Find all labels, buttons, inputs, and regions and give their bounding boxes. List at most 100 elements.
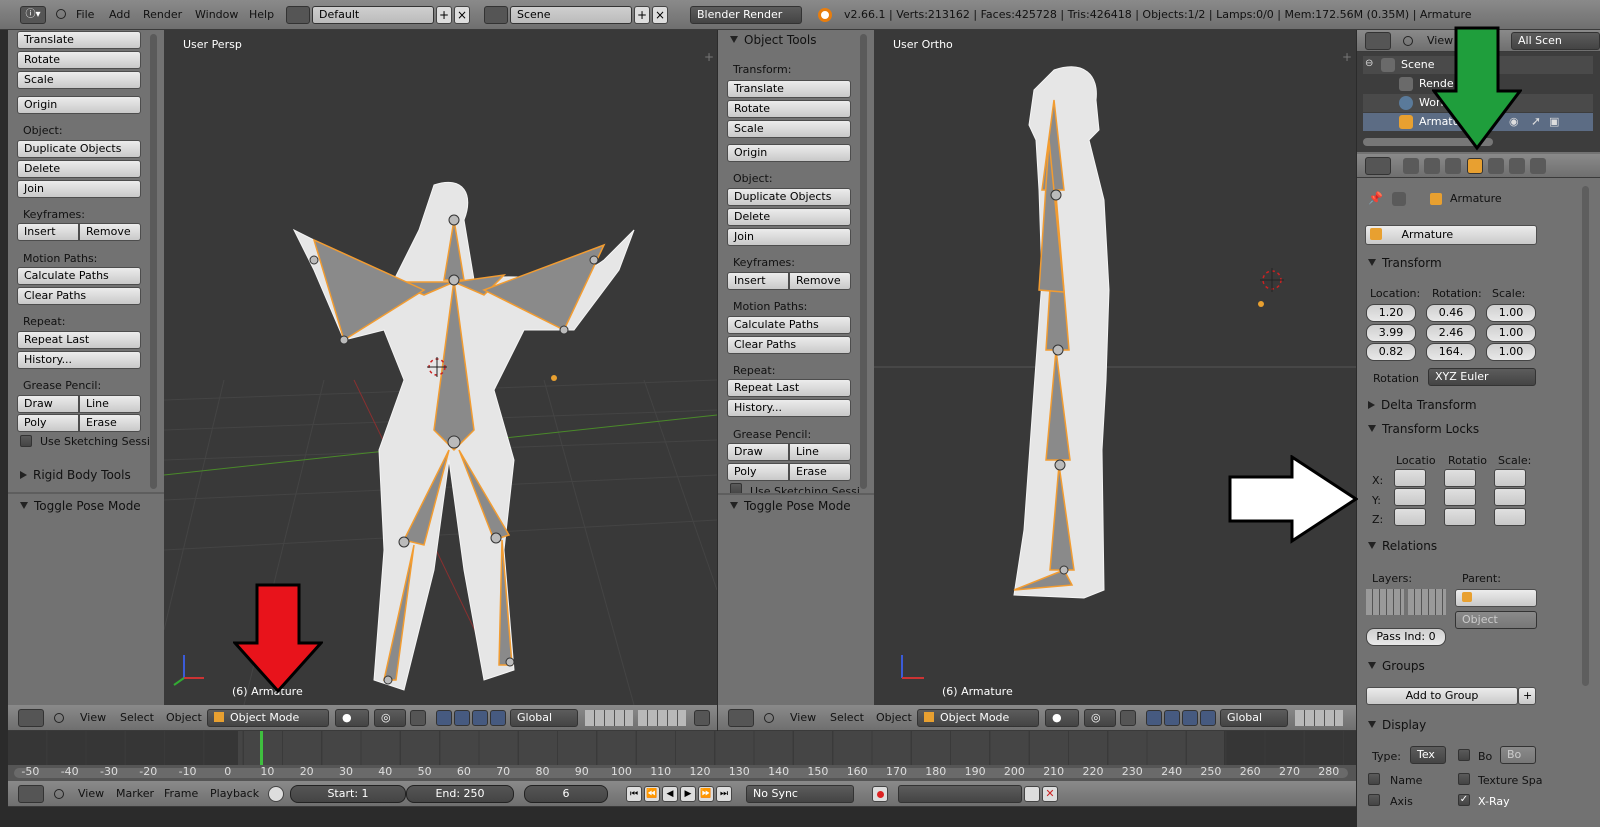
scale-z-field[interactable]: 1.00 xyxy=(1486,343,1536,361)
timeline-menu-view[interactable]: View xyxy=(78,787,104,800)
delete-button-2[interactable]: Delete xyxy=(727,208,851,226)
layout-icon[interactable] xyxy=(286,6,310,24)
parent-field[interactable] xyxy=(1455,589,1537,607)
timeline-editor-icon[interactable] xyxy=(18,785,44,803)
repeat-last-button-2[interactable]: Repeat Last xyxy=(727,379,851,397)
toggle-pose-panel-header[interactable]: Toggle Pose Mode xyxy=(20,499,141,513)
end-frame-field[interactable]: End: 250 xyxy=(406,785,514,803)
constraints-tab-icon[interactable] xyxy=(1488,158,1504,174)
duplicate-objects-button[interactable]: Duplicate Objects xyxy=(17,140,141,158)
menu-file[interactable]: File xyxy=(76,8,94,21)
draw-button-2[interactable]: Draw xyxy=(727,443,789,461)
shading-selector[interactable]: ● xyxy=(335,709,369,727)
rotate-button[interactable]: Rotate xyxy=(17,51,141,69)
header-collapse-icon-2[interactable] xyxy=(764,713,774,723)
play-reverse-icon[interactable]: ◀ xyxy=(662,786,678,802)
timeline-collapse-icon[interactable] xyxy=(54,789,64,799)
world-tab-icon[interactable] xyxy=(1445,158,1461,174)
lock-scale-x-icon[interactable] xyxy=(1494,469,1526,487)
lock-camera-icon[interactable] xyxy=(694,710,710,726)
scene-icon[interactable] xyxy=(484,6,508,24)
clear-paths-button[interactable]: Clear Paths xyxy=(17,287,141,305)
editor-type-icon[interactable] xyxy=(18,709,44,727)
groups-header[interactable]: Groups xyxy=(1368,659,1425,673)
repeat-last-button[interactable]: Repeat Last xyxy=(17,331,141,349)
jump-keyframe-back-icon[interactable]: ⏪ xyxy=(644,786,660,802)
lock-rot-x-icon[interactable] xyxy=(1444,469,1476,487)
rotate-button-2[interactable]: Rotate xyxy=(727,100,851,118)
bounds-checkbox[interactable] xyxy=(1458,749,1470,761)
menu-view[interactable]: View xyxy=(80,711,106,724)
texture-space-checkbox[interactable] xyxy=(1458,773,1470,785)
delta-transform-header[interactable]: Delta Transform xyxy=(1368,398,1477,412)
menu-object-2[interactable]: Object xyxy=(876,711,912,724)
calculate-paths-button-2[interactable]: Calculate Paths xyxy=(727,316,851,334)
pivot-selector-2[interactable]: ◎ xyxy=(1084,709,1116,727)
lock-rot-y-icon[interactable] xyxy=(1444,488,1476,506)
scale-manip-icon[interactable] xyxy=(472,710,488,726)
manipulator-icon-2[interactable] xyxy=(1120,710,1136,726)
join-button-2[interactable]: Join xyxy=(727,228,851,246)
duplicate-objects-button-2[interactable]: Duplicate Objects xyxy=(727,188,851,206)
object-tools-header[interactable]: Object Tools xyxy=(730,33,816,47)
layer-buttons-a[interactable] xyxy=(585,710,633,726)
properties-scrollbar[interactable] xyxy=(1582,186,1589,686)
scene-add-icon[interactable]: + xyxy=(634,6,650,24)
editor-type-icon-2[interactable] xyxy=(728,709,754,727)
lock-loc-y-icon[interactable] xyxy=(1394,488,1426,506)
lock-loc-z-icon[interactable] xyxy=(1394,508,1426,526)
keying-set-field[interactable] xyxy=(898,785,1022,803)
timeline-menu-frame[interactable]: Frame xyxy=(164,787,198,800)
object-layers-a[interactable] xyxy=(1366,589,1404,615)
name-checkbox[interactable] xyxy=(1368,773,1380,785)
transform-icon-2[interactable] xyxy=(1200,710,1216,726)
line-button[interactable]: Line xyxy=(79,395,141,413)
scale-x-field[interactable]: 1.00 xyxy=(1486,304,1536,322)
scale-manip-icon-2[interactable] xyxy=(1182,710,1198,726)
display-header[interactable]: Display xyxy=(1368,718,1426,732)
translate-manip-icon[interactable] xyxy=(436,710,452,726)
timeline-menu-playback[interactable]: Playback xyxy=(210,787,259,800)
clear-paths-button-2[interactable]: Clear Paths xyxy=(727,336,851,354)
timeline-menu-marker[interactable]: Marker xyxy=(116,787,154,800)
data-tab-icon[interactable] xyxy=(1509,158,1525,174)
pass-index-field[interactable]: Pass Ind: 0 xyxy=(1366,628,1446,646)
start-frame-field[interactable]: Start: 1 xyxy=(290,785,406,803)
delete-button[interactable]: Delete xyxy=(17,160,141,178)
properties-editor-icon[interactable] xyxy=(1365,157,1391,175)
menu-select-2[interactable]: Select xyxy=(830,711,864,724)
shelf-scrollbar[interactable] xyxy=(150,34,157,489)
menu-add[interactable]: Add xyxy=(109,8,130,21)
display-type-selector[interactable]: Tex xyxy=(1410,746,1446,764)
viewport-left-corner-plus-icon[interactable]: + xyxy=(704,50,714,64)
transform-panel-header[interactable]: Transform xyxy=(1368,256,1442,270)
record-icon[interactable] xyxy=(872,786,888,802)
erase-button[interactable]: Erase xyxy=(79,414,141,432)
modifier-tab-icon[interactable] xyxy=(1530,158,1546,174)
xray-checkbox[interactable]: ✓ xyxy=(1458,794,1470,806)
axis-checkbox[interactable] xyxy=(1368,794,1380,806)
mode-selector[interactable]: Object Mode xyxy=(207,709,329,727)
shading-selector-2[interactable]: ● xyxy=(1045,709,1079,727)
info-editor-icon[interactable]: ⓘ▾ xyxy=(20,6,46,24)
erase-button-2[interactable]: Erase xyxy=(789,463,851,481)
origin-button-2[interactable]: Origin xyxy=(727,144,851,162)
timeline[interactable] xyxy=(8,731,1356,781)
select-arrow-icon[interactable]: ➚ xyxy=(1531,114,1541,128)
pivot-selector[interactable]: ◎ xyxy=(374,709,406,727)
delete-keyframe-icon[interactable]: ✕ xyxy=(1042,786,1058,802)
header-collapse-icon[interactable] xyxy=(54,713,64,723)
poly-button[interactable]: Poly xyxy=(17,414,79,432)
transform-icon[interactable] xyxy=(490,710,506,726)
layout-selector[interactable]: Default xyxy=(312,6,434,24)
menu-window[interactable]: Window xyxy=(195,8,238,21)
rotate-manip-icon-2[interactable] xyxy=(1164,710,1180,726)
jump-end-icon[interactable]: ⏭ xyxy=(716,786,732,802)
layer-buttons-b[interactable] xyxy=(638,710,686,726)
rotation-y-field[interactable]: 2.46 xyxy=(1426,324,1476,342)
join-button[interactable]: Join xyxy=(17,180,141,198)
translate-button-2[interactable]: Translate xyxy=(727,80,851,98)
layer-buttons-c[interactable] xyxy=(1295,710,1343,726)
location-y-field[interactable]: 3.99 xyxy=(1366,324,1416,342)
collapse-menu-icon[interactable] xyxy=(56,9,66,19)
